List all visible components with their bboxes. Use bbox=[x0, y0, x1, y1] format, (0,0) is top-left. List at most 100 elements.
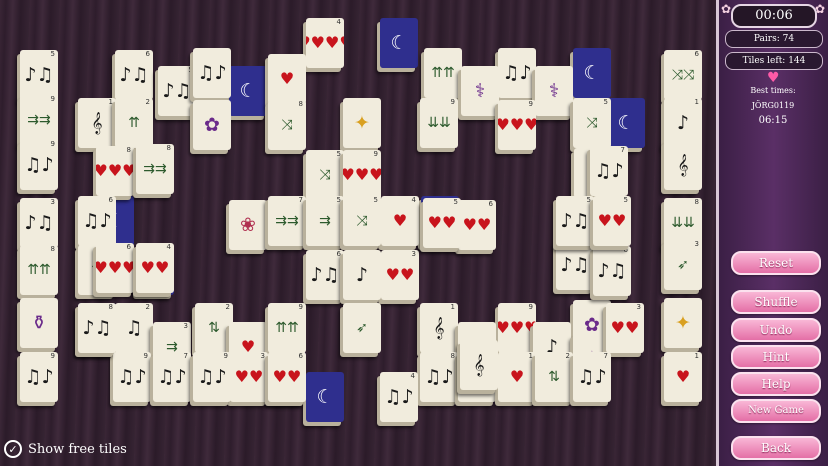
mahjong-tile[interactable]: ♫♪ bbox=[498, 48, 536, 98]
tile-number: 8 bbox=[166, 144, 171, 152]
arrow-icon: ⇈⇈ bbox=[275, 320, 299, 336]
silhouette-tile[interactable]: ☾ bbox=[229, 66, 267, 116]
mahjong-tile[interactable]: 𝄞 1 bbox=[420, 303, 458, 353]
mahjong-tile[interactable]: ❀ bbox=[229, 200, 267, 250]
mahjong-tile[interactable]: ⤨ 5 bbox=[343, 196, 381, 246]
mahjong-tile[interactable]: ♪♫ 3 bbox=[20, 198, 58, 248]
show-free-tiles-toggle[interactable]: ✓ Show free tiles bbox=[4, 438, 127, 460]
mahjong-tile[interactable]: ➶ 3 bbox=[664, 240, 702, 290]
mahjong-tile[interactable]: ⇈⇈ 9 bbox=[268, 303, 306, 353]
mahjong-tile[interactable]: 𝄞 1 bbox=[78, 98, 116, 148]
undo-button[interactable]: Undo bbox=[731, 318, 821, 342]
mahjong-tile[interactable]: ⤨ 5 bbox=[573, 98, 611, 148]
silhouette-icon: ☾ bbox=[583, 61, 601, 84]
mahjong-tile[interactable]: ⤨ 8 bbox=[268, 100, 306, 150]
mahjong-tile[interactable]: ♥ 4 bbox=[381, 196, 419, 246]
mahjong-tile[interactable]: ♪♫ 8 bbox=[78, 303, 116, 353]
mahjong-tile[interactable]: ♥♥ 3 bbox=[230, 352, 268, 402]
silhouette-tile[interactable]: ☾ bbox=[380, 18, 418, 68]
mahjong-tile[interactable]: ♥♥♥ 9 bbox=[498, 100, 536, 150]
mahjong-tile[interactable]: ♪♫ 5 bbox=[158, 66, 196, 116]
mahjong-tile[interactable]: ♥ 1 bbox=[498, 352, 536, 402]
mahjong-tile[interactable]: ♫♪ 9 bbox=[113, 352, 151, 402]
mahjong-tile[interactable]: ♪♫ 5 bbox=[556, 196, 594, 246]
mahjong-tile[interactable]: ⇉⇉ 9 bbox=[20, 95, 58, 145]
silhouette-tile[interactable]: ☾ bbox=[607, 98, 645, 148]
mahjong-tile[interactable]: ♥ bbox=[268, 54, 306, 104]
mahjong-tile[interactable]: ➶ bbox=[343, 303, 381, 353]
mahjong-tile[interactable]: ✿ bbox=[193, 100, 231, 150]
mahjong-tile[interactable]: ♫ 2 bbox=[115, 303, 153, 353]
mahjong-tile[interactable]: ♫♪ 9 bbox=[20, 352, 58, 402]
mahjong-tile[interactable]: ⇈2 bbox=[115, 98, 153, 148]
hint-button[interactable]: Hint bbox=[731, 345, 821, 369]
mahjong-tile[interactable]: ♥♥♥ 6 bbox=[96, 243, 134, 293]
mahjong-tile[interactable]: ♫♪ 7 bbox=[590, 146, 628, 196]
mahjong-tile[interactable]: ♪♫ 5 bbox=[20, 50, 58, 100]
help-button[interactable]: Help bbox=[731, 372, 821, 396]
mahjong-tile[interactable]: ♥♥ 6 bbox=[458, 200, 496, 250]
mahjong-tile[interactable]: ⤨ 5 bbox=[306, 150, 344, 200]
mahjong-tile[interactable]: ✦ bbox=[343, 98, 381, 148]
tile-number: 8 bbox=[298, 100, 303, 108]
tile-number: 5 bbox=[603, 98, 608, 106]
mahjong-tile[interactable]: ♪♫7 bbox=[556, 240, 594, 290]
music-icon: ♫♪ bbox=[82, 209, 112, 232]
mahjong-tile[interactable]: ⇊⇊ 9 bbox=[420, 98, 458, 148]
mahjong-tile[interactable]: ⚕ bbox=[461, 66, 499, 116]
mahjong-tile[interactable]: ♥♥♥ 9 bbox=[343, 150, 381, 200]
mahjong-tile[interactable]: ♥ 1 bbox=[664, 352, 702, 402]
mahjong-tile[interactable]: 𝄞 bbox=[664, 140, 702, 190]
tile-number: 5 bbox=[586, 196, 591, 204]
mahjong-tile[interactable]: ⇉⇉ 7 bbox=[268, 196, 306, 246]
reset-button[interactable]: Reset bbox=[731, 251, 821, 275]
heart-icon: ♥ bbox=[279, 69, 295, 88]
mahjong-tile[interactable]: ♥♥ 5 bbox=[423, 198, 461, 248]
new-game-button[interactable]: New Game bbox=[731, 399, 821, 423]
silhouette-tile[interactable]: ☾ bbox=[573, 48, 611, 98]
mahjong-tile[interactable]: ⇉⇉ 8 bbox=[136, 144, 174, 194]
mahjong-tile[interactable]: ♥♥♥♥ 4 bbox=[306, 18, 344, 68]
mahjong-tile[interactable]: ⇉ 5 bbox=[306, 196, 344, 246]
mahjong-tile[interactable]: ♥♥ 3 bbox=[606, 303, 644, 353]
mahjong-tile[interactable]: ♥♥ 6 bbox=[268, 352, 306, 402]
music-icon: 𝄞 bbox=[677, 153, 689, 176]
tile-number: 5 bbox=[623, 196, 628, 204]
mahjong-tile[interactable]: ♫♪ 6 bbox=[78, 196, 116, 246]
mahjong-tile[interactable]: ⇅ 2 bbox=[535, 352, 573, 402]
mahjong-tile[interactable]: ♥♥ 5 bbox=[593, 196, 631, 246]
mahjong-tile[interactable]: ♥♥♥ 9 bbox=[498, 303, 536, 353]
music-icon: ♪♫ bbox=[24, 211, 54, 234]
mahjong-tile[interactable]: ⚱ bbox=[20, 298, 58, 348]
mahjong-tile[interactable]: ✦ bbox=[664, 298, 702, 348]
mahjong-tile[interactable]: ♪♫ 6 bbox=[306, 250, 344, 300]
heart-gem-icon: ♥ bbox=[767, 70, 780, 86]
mahjong-tile[interactable]: ⤨⤨ 6 bbox=[664, 50, 702, 100]
mahjong-tile[interactable]: ♥♥♥ 8 bbox=[96, 146, 134, 196]
mahjong-tile[interactable]: ⇈⇈ 8 bbox=[20, 245, 58, 295]
mahjong-tile[interactable]: ♫♪ 9 bbox=[193, 352, 231, 402]
mahjong-tile[interactable]: ♪♫ 6 bbox=[115, 50, 153, 100]
mahjong-tile[interactable]: ♪♫ 6 bbox=[593, 246, 631, 296]
tile-number: 9 bbox=[528, 100, 533, 108]
heart-icon: ♥♥♥♥ bbox=[306, 33, 344, 52]
mahjong-tile[interactable]: ⚕ bbox=[535, 66, 573, 116]
arrow-icon: ⇊⇊ bbox=[427, 115, 451, 131]
mahjong-tile[interactable]: ⇅ 2 bbox=[195, 303, 233, 353]
tile-number: 2 bbox=[145, 98, 150, 106]
mahjong-tile[interactable]: ♪ bbox=[343, 250, 381, 300]
mahjong-tile[interactable]: ♫♪ 8 bbox=[420, 352, 458, 402]
mahjong-tile[interactable]: ♫♪ 4 bbox=[380, 372, 418, 422]
back-button[interactable]: Back bbox=[731, 436, 821, 460]
mahjong-tile[interactable]: ♥♥ 3 bbox=[381, 250, 419, 300]
mahjong-tile[interactable]: ♫♪ 7 bbox=[153, 352, 191, 402]
mahjong-tile[interactable]: ♫♪ bbox=[193, 48, 231, 98]
mahjong-tile[interactable]: ♫♪ 7 bbox=[573, 352, 611, 402]
mahjong-tile[interactable]: ♥♥ 4 bbox=[136, 243, 174, 293]
mahjong-tile[interactable]: ⇈⇈ bbox=[424, 48, 462, 98]
mahjong-tile[interactable]: ♫♪ 9 bbox=[20, 140, 58, 190]
silhouette-tile[interactable]: ☾ bbox=[306, 372, 344, 422]
mahjong-tile[interactable]: 𝄞 bbox=[460, 340, 498, 390]
shuffle-button[interactable]: Shuffle bbox=[731, 290, 821, 314]
music-icon: ♫♪ bbox=[117, 365, 147, 388]
